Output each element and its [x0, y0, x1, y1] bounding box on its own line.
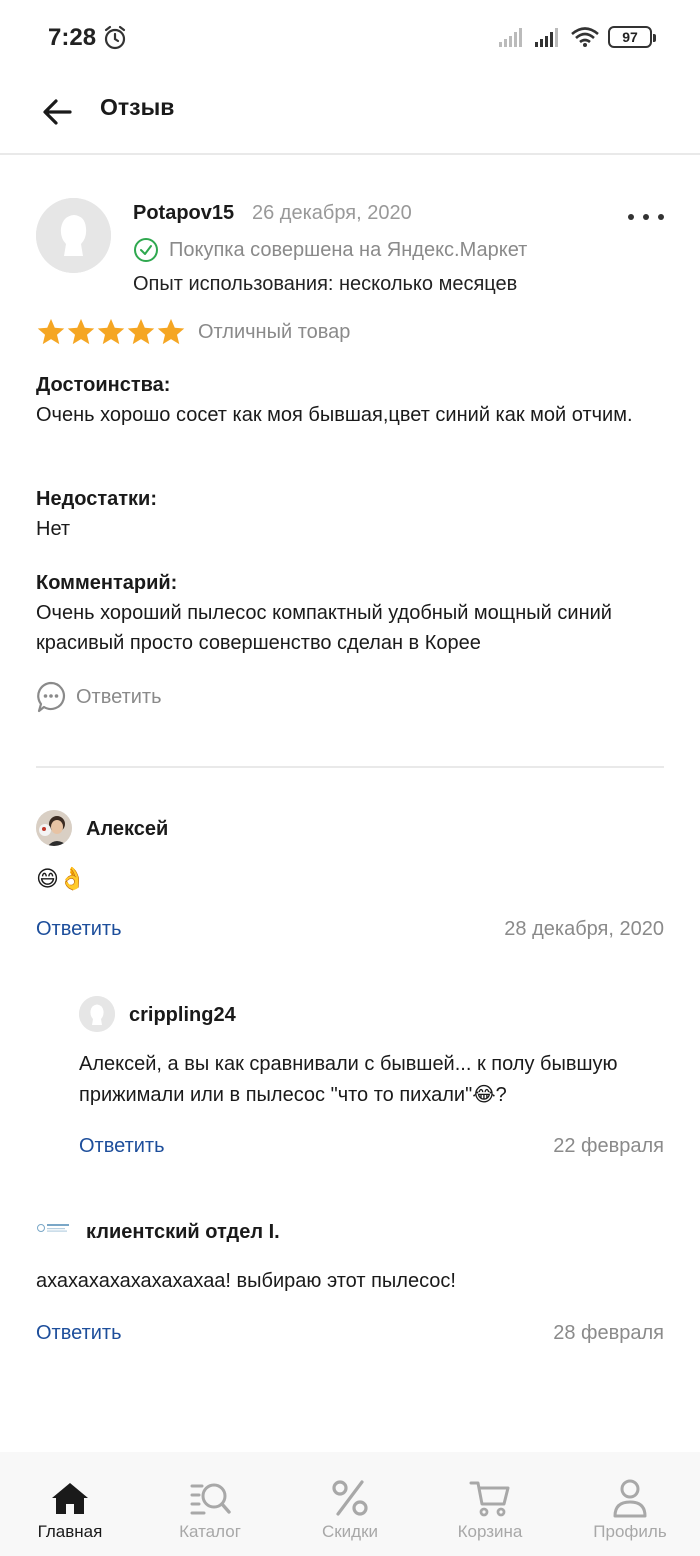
more-options-icon[interactable]	[628, 207, 664, 227]
nav-label: Профиль	[593, 1522, 667, 1541]
reply-button[interactable]: Ответить	[79, 1135, 165, 1158]
nav-discounts[interactable]: Скидки	[280, 1452, 420, 1556]
cons-section: Недостатки: Нет	[36, 484, 666, 544]
reply-button[interactable]: Ответить	[36, 681, 162, 713]
comment-text: 😄👌	[36, 866, 87, 891]
company-logo-icon	[37, 1224, 69, 1232]
avatar[interactable]	[36, 810, 72, 846]
nav-catalog[interactable]: Каталог	[140, 1452, 280, 1556]
page-title: Отзыв	[100, 94, 175, 120]
status-bar: 7:28 97	[0, 0, 700, 78]
signal-icon	[499, 28, 522, 47]
nav-home[interactable]: Главная	[0, 1452, 140, 1556]
nav-label: Скидки	[321, 1522, 379, 1541]
bottom-navigation: Главная Каталог Скидки Корзина Профиль	[0, 1452, 700, 1556]
comment-text: Алексей, а вы как сравнивали с бывшей...…	[79, 1053, 618, 1106]
star-icon	[37, 318, 65, 345]
nav-cart[interactable]: Корзина	[420, 1452, 560, 1556]
star-icon	[157, 318, 185, 345]
signal-icon	[535, 28, 558, 47]
user-photo-icon	[36, 810, 72, 846]
nav-label: Главная	[37, 1522, 103, 1541]
check-circle-icon	[134, 238, 158, 262]
comment-date: 28 декабря, 2020	[504, 918, 664, 940]
battery-level: 97	[622, 29, 638, 45]
comment-author[interactable]: Алексей	[86, 818, 168, 841]
back-arrow-icon[interactable]	[36, 90, 80, 134]
nav-label: Каталог	[179, 1522, 241, 1541]
wifi-icon	[571, 27, 599, 47]
rating: Отличный товар	[36, 317, 350, 347]
cart-icon	[469, 1481, 510, 1517]
avatar[interactable]	[79, 996, 115, 1032]
nav-label: Корзина	[457, 1522, 523, 1541]
review-date: 26 декабря, 2020	[252, 202, 412, 224]
profile-icon	[613, 1479, 647, 1518]
comment-author[interactable]: клиентский отдел I.	[86, 1221, 280, 1244]
comment-text: Очень хороший пылесос компактный удобный…	[36, 602, 612, 654]
reply-button[interactable]: Ответить	[36, 918, 122, 941]
comment-title: Комментарий:	[36, 572, 178, 594]
avatar[interactable]	[36, 198, 111, 273]
cons-text: Нет	[36, 518, 71, 540]
star-icon	[67, 318, 95, 345]
comment-text: ахахахахахахахахаа! выбираю этот пылесос…	[36, 1270, 456, 1292]
nav-profile[interactable]: Профиль	[560, 1452, 700, 1556]
comment-author[interactable]: crippling24	[129, 1004, 236, 1027]
speech-bubble-icon	[37, 681, 66, 713]
reply-label: Ответить	[76, 685, 162, 708]
reply-button[interactable]: Ответить	[36, 1322, 122, 1345]
app-header: Отзыв	[0, 78, 700, 155]
alarm-icon	[104, 25, 126, 50]
comment-date: 28 февраля	[553, 1322, 664, 1344]
verified-purchase: Покупка совершена на Яндекс.Маркет	[133, 237, 527, 263]
comment-date: 22 февраля	[553, 1135, 664, 1157]
divider	[36, 766, 664, 768]
default-avatar-icon	[36, 198, 111, 273]
rating-label: Отличный товар	[198, 320, 351, 343]
usage-duration: Опыт использования: несколько месяцев	[133, 273, 518, 295]
star-icon	[97, 318, 125, 345]
review-author[interactable]: Potapov15	[133, 202, 234, 225]
pros-title: Достоинства:	[36, 374, 171, 396]
verified-label: Покупка совершена на Яндекс.Маркет	[169, 238, 528, 261]
catalog-search-icon	[190, 1483, 231, 1515]
comment-section: Комментарий: Очень хороший пылесос компа…	[36, 568, 666, 658]
star-icon	[127, 318, 155, 345]
pros-text: Очень хорошо сосет как моя бывшая,цвет с…	[36, 404, 633, 426]
percent-icon	[332, 1480, 368, 1516]
company-logo[interactable]	[36, 1220, 72, 1236]
cons-title: Недостатки:	[36, 488, 158, 510]
default-avatar-icon	[79, 996, 115, 1032]
pros-section: Достоинства: Очень хорошо сосет как моя …	[36, 370, 666, 430]
status-time: 7:28	[48, 24, 97, 51]
home-icon	[52, 1483, 88, 1514]
battery-indicator: 97	[608, 26, 656, 48]
